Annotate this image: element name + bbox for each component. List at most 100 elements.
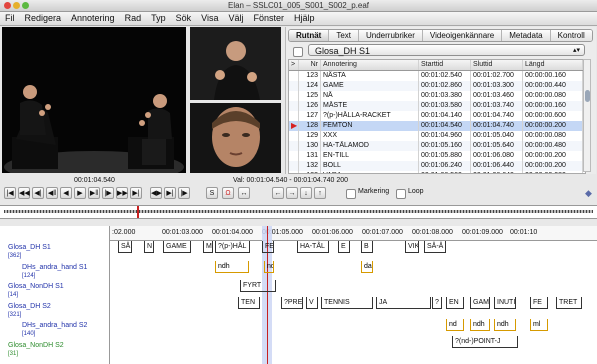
table-row[interactable]: ▶ 128 FEMTON 00:01:04.540 00:01:04.740 00:00:…	[289, 121, 585, 131]
table-row[interactable]: 130 HA-TÅLAMOD 00:01:05.160 00:01:05.640 00:…	[289, 141, 585, 151]
play-button[interactable]: ▶	[74, 187, 86, 199]
selection-end-button[interactable]: ▶|	[164, 187, 176, 199]
previous-step-button[interactable]: ◀‖	[46, 187, 58, 199]
header-start[interactable]: Starttid	[419, 60, 471, 70]
menu-window[interactable]: Fönster	[249, 12, 290, 25]
annotation-box[interactable]: ml	[530, 319, 548, 331]
menu-search[interactable]: Sök	[171, 12, 197, 25]
next-second-button[interactable]: ▶▶	[116, 187, 128, 199]
annotation-box[interactable]: GAME	[163, 241, 191, 253]
table-row[interactable]: 127 ?(p-)HÅLLA-RACKET 00:01:04.140 00:01:04…	[289, 111, 585, 121]
table-row[interactable]: 129 XXX 00:01:04.960 00:01:05.040 00:00:00.0…	[289, 131, 585, 141]
annotation-box[interactable]: HA-TÅL	[297, 241, 329, 253]
annotation-box[interactable]: nd	[446, 319, 464, 331]
selection-begin-button[interactable]: |▶	[178, 187, 190, 199]
play-backwards-button[interactable]: ◀	[60, 187, 72, 199]
table-row[interactable]: 126 MÅSTE 00:01:03.580 00:01:03.740 00:00:00…	[289, 101, 585, 111]
selection-mode-button[interactable]: S	[206, 187, 218, 199]
overview-position-marker[interactable]	[137, 206, 139, 218]
header-annotation[interactable]: Annotering	[321, 60, 419, 70]
menu-edit[interactable]: Redigera	[20, 12, 67, 25]
header-nr[interactable]: Nr	[299, 60, 321, 70]
tab-controls[interactable]: Kontroll	[550, 30, 592, 41]
menu-view[interactable]: Visa	[196, 12, 223, 25]
markering-checkbox[interactable]	[346, 189, 356, 199]
table-row[interactable]: 133VARA00:01:06.56000:01:06.64000:00:00.…	[289, 171, 585, 173]
annotation-box[interactable]: nd	[264, 261, 274, 273]
cell-duration: 00:00:00.600	[523, 111, 583, 121]
next-annotation-button[interactable]: →	[286, 187, 298, 199]
annotation-box[interactable]: FYRT	[240, 280, 276, 292]
table-row[interactable]: 123 NÄSTA 00:01:02.540 00:01:02.700 00:00:00…	[289, 71, 585, 81]
cell-nr: 133	[299, 171, 321, 173]
tier-up-button[interactable]: ↑	[314, 187, 326, 199]
annotation-box[interactable]: TRET	[556, 297, 582, 309]
previous-second-button[interactable]: ◀◀	[18, 187, 30, 199]
menu-help[interactable]: Hjälp	[289, 12, 320, 25]
annotation-box[interactable]: ?	[432, 297, 442, 309]
go-to-end-button[interactable]: ▶|	[130, 187, 142, 199]
header-duration[interactable]: Längd	[523, 60, 583, 70]
annotation-box[interactable]: JA	[376, 297, 431, 309]
tab-video-recognizers[interactable]: Videoigenkännare	[422, 30, 503, 41]
next-frame-button[interactable]: |▶	[102, 187, 114, 199]
loop-checkbox[interactable]	[396, 189, 406, 199]
annotation-box[interactable]: SÅ-Å	[424, 241, 446, 253]
annotation-box[interactable]: FE	[262, 241, 274, 253]
play-selection-button[interactable]: ◀▶	[150, 187, 162, 199]
cell-end: 00:01:06.440	[471, 161, 523, 171]
previous-annotation-button[interactable]: ←	[272, 187, 284, 199]
annotation-box[interactable]: N	[144, 241, 154, 253]
menu-type[interactable]: Typ	[146, 12, 171, 25]
table-row[interactable]: 125 NÅ 00:01:03.380 00:01:03.460 00:00:00.08…	[289, 91, 585, 101]
next-step-button[interactable]: ▶‖	[88, 187, 100, 199]
annotation-box[interactable]: FE	[530, 297, 548, 309]
annotation-box[interactable]: E	[338, 241, 350, 253]
menu-select[interactable]: Välj	[223, 12, 248, 25]
table-row[interactable]: 124 GAME 00:01:02.860 00:01:03.300 00:00:00.…	[289, 81, 585, 91]
cell-nr: 126	[299, 101, 321, 111]
video-player-closeup-face[interactable]	[190, 103, 281, 173]
video-player-main[interactable]	[2, 27, 186, 173]
menu-annotation[interactable]: Annotering	[66, 12, 120, 25]
annotation-box[interactable]: VIK	[405, 241, 419, 253]
tab-subtitles[interactable]: Underrubriker	[359, 30, 423, 41]
annotation-box[interactable]: ?PRE	[281, 297, 303, 309]
tab-grid[interactable]: Rutnät	[289, 30, 330, 41]
tier-select-value: Glosa_DH S1	[315, 46, 371, 56]
tier-select-dropdown[interactable]: Glosa_DH S1 ▴▾	[308, 44, 585, 56]
scroll-thumb[interactable]	[585, 90, 590, 102]
menu-file[interactable]: Fil	[0, 12, 20, 25]
settings-diamond-icon[interactable]: ◆	[585, 188, 592, 199]
video-player-closeup-body[interactable]	[190, 27, 281, 100]
annotation-box[interactable]: TENNIS	[321, 297, 373, 309]
table-scrollbar[interactable]	[583, 59, 591, 172]
toggle-selection-button[interactable]: ↔	[238, 187, 250, 199]
annotation-box[interactable]: ?(nd-)POINT-J	[452, 336, 518, 348]
annotation-box[interactable]: M	[203, 241, 213, 253]
table-row[interactable]: 131 EN-TILL 00:01:05.880 00:01:06.080 00:00:…	[289, 151, 585, 161]
annotation-box[interactable]: SÅ	[118, 241, 132, 253]
clear-selection-button[interactable]: Ω	[222, 187, 234, 199]
timeline-overview[interactable]	[0, 205, 597, 219]
annotation-box[interactable]: ndh	[494, 319, 516, 331]
annotation-box[interactable]: V	[306, 297, 318, 309]
annotation-box[interactable]: ndh	[215, 261, 249, 273]
annotation-box[interactable]: B	[361, 241, 373, 253]
annotation-box[interactable]: ndh	[470, 319, 490, 331]
tier-filter-checkbox[interactable]	[293, 47, 303, 57]
previous-frame-button[interactable]: ◀|	[32, 187, 44, 199]
header-end[interactable]: Sluttid	[471, 60, 523, 70]
annotation-box[interactable]: GAM	[470, 297, 490, 309]
annotation-box[interactable]: TEN	[238, 297, 260, 309]
go-to-begin-button[interactable]: |◀	[4, 187, 16, 199]
menu-tier[interactable]: Rad	[120, 12, 147, 25]
tier-down-button[interactable]: ↓	[300, 187, 312, 199]
tab-text[interactable]: Text	[329, 30, 359, 41]
annotation-box[interactable]: da	[361, 261, 373, 273]
annotation-box[interactable]: ?(p-)HÅL	[215, 241, 250, 253]
annotation-box[interactable]: INUTI	[494, 297, 516, 309]
annotation-box[interactable]: EN	[446, 297, 464, 309]
tab-metadata[interactable]: Metadata	[502, 30, 551, 41]
table-row[interactable]: 132 BOLL 00:01:06.240 00:01:06.440 00:00:00.…	[289, 161, 585, 171]
